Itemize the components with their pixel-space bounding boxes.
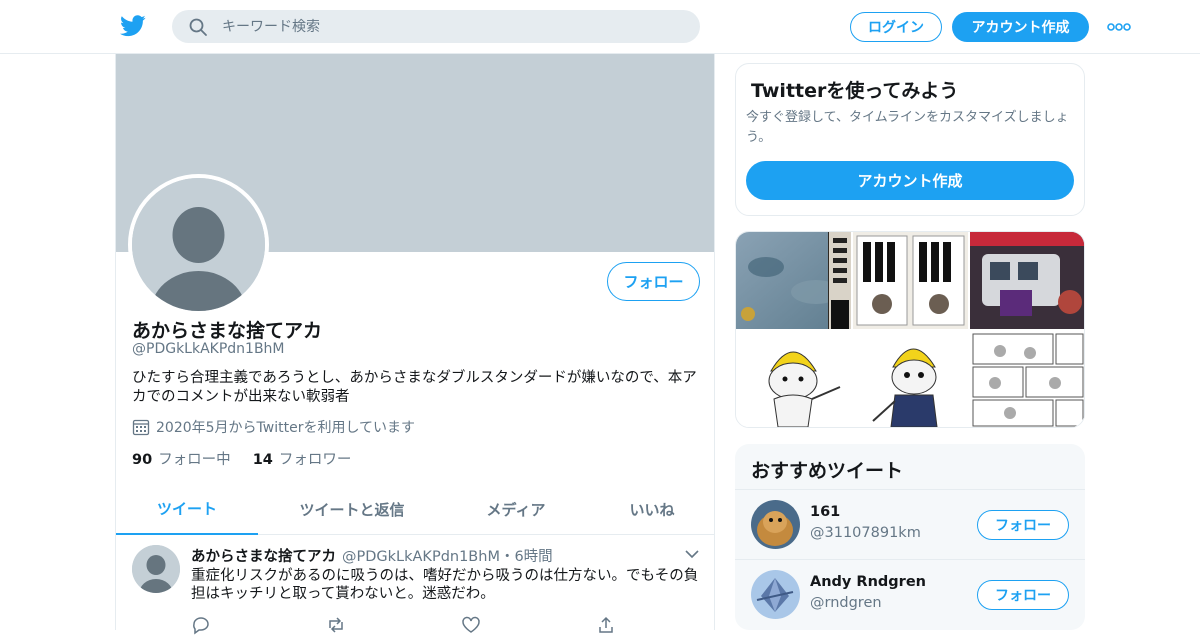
user-handle[interactable]: @31107891km — [810, 525, 921, 541]
profile-stats: 90 フォロー中 14 フォロワー — [132, 448, 373, 469]
profile-avatar[interactable] — [128, 174, 269, 315]
profile-column: フォロー あからさまな捨てアカ @PDGkLkAKPdn1BhM ひたすら合理主… — [115, 54, 715, 635]
follow-button[interactable]: フォロー — [607, 262, 700, 301]
reply-icon[interactable] — [191, 615, 211, 635]
train-news-screenshot-image — [970, 232, 1084, 329]
search-icon — [189, 18, 207, 36]
newspaper-clipping-image — [853, 232, 968, 329]
user-name[interactable]: 161 — [810, 504, 840, 520]
tweet-header: あからさまな捨てアカ @PDGkLkAKPdn1BhM・6時間 — [191, 545, 553, 566]
profile-bio: ひたすら合理主義であろうとし、あからさまなダブルスタンダードが嫌いなので、本アカ… — [132, 370, 697, 405]
cat-mascot-image — [736, 331, 851, 427]
profile-handle[interactable]: @PDGkLkAKPdn1BhM — [132, 341, 285, 357]
retweet-icon[interactable] — [326, 615, 346, 635]
following-link[interactable]: 90 フォロー中 — [132, 448, 231, 469]
recommended-tweets-card: おすすめツイート 161 @31107891km フォロー Andy Rndgr… — [735, 444, 1085, 630]
dog-avatar-image — [751, 500, 800, 549]
newspaper-clipping-image — [829, 232, 851, 329]
recommended-title: おすすめツイート — [751, 460, 904, 482]
following-count: 90 — [132, 452, 153, 468]
tab-tweets-replies[interactable]: ツイートと返信 — [278, 484, 426, 535]
share-icon[interactable] — [596, 615, 616, 635]
user-avatar[interactable] — [751, 570, 800, 619]
tweet-avatar[interactable] — [132, 545, 180, 593]
signup-card-title: Twitterを使ってみよう — [751, 80, 959, 102]
tab-tweets[interactable]: ツイート — [116, 484, 258, 535]
tweet-text: 重症化リスクがあるのに吸うのは、嗜好だから吸うのは仕方ない。でもその負担はキッチ… — [191, 568, 699, 602]
follow-button[interactable]: フォロー — [977, 510, 1069, 540]
chevron-down-icon[interactable] — [684, 549, 700, 559]
media-thumbnail[interactable] — [970, 331, 1084, 427]
signup-button[interactable]: アカウント作成 — [952, 12, 1089, 42]
follow-button[interactable]: フォロー — [977, 580, 1069, 610]
profile-join-date: 2020年5月からTwitterを利用しています — [132, 417, 415, 437]
profile-name: あからさまな捨てアカ — [132, 320, 323, 342]
default-avatar-icon — [132, 545, 180, 593]
tweet-author-name[interactable]: あからさまな捨てアカ — [191, 545, 336, 566]
signup-card: Twitterを使ってみよう 今すぐ登録して、タイムラインをカスタマイズしましょ… — [735, 63, 1085, 216]
following-label: フォロー中 — [158, 452, 231, 468]
user-avatar[interactable] — [751, 500, 800, 549]
default-avatar-icon — [132, 178, 265, 311]
crystal-avatar-image — [751, 570, 800, 619]
media-thumbnail[interactable] — [829, 232, 851, 329]
join-date-text: 2020年5月からTwitterを利用しています — [156, 420, 416, 436]
tweet-item[interactable]: あからさまな捨てアカ @PDGkLkAKPdn1BhM・6時間 重症化リスクがあ… — [116, 535, 714, 635]
manga-page-image — [970, 331, 1084, 427]
recommended-user[interactable]: Andy Rndgren @rndgren フォロー — [735, 559, 1085, 629]
followers-count: 14 — [252, 452, 273, 468]
media-thumbnail[interactable] — [853, 232, 968, 329]
profile-tabs: ツイート ツイートと返信 メディア いいね — [116, 484, 714, 535]
search-box[interactable] — [172, 10, 700, 43]
signup-card-button[interactable]: アカウント作成 — [746, 161, 1074, 200]
user-name[interactable]: Andy Rndgren — [810, 574, 926, 590]
media-thumbnail[interactable] — [970, 232, 1084, 329]
calendar-icon — [132, 419, 150, 436]
tweet-actions — [191, 615, 671, 635]
media-grid — [735, 231, 1085, 428]
cat-mascot-image — [853, 331, 968, 427]
more-dots-icon[interactable] — [1106, 20, 1132, 34]
like-icon[interactable] — [461, 615, 481, 635]
tab-media[interactable]: メディア — [456, 484, 576, 535]
followers-label: フォロワー — [278, 452, 352, 468]
twitter-bird-icon[interactable] — [120, 14, 146, 38]
user-handle[interactable]: @rndgren — [810, 595, 882, 611]
followers-link[interactable]: 14 フォロワー — [253, 448, 352, 469]
top-navigation-bar: ログイン アカウント作成 — [0, 0, 1200, 54]
login-button[interactable]: ログイン — [850, 12, 942, 42]
tab-likes[interactable]: いいね — [604, 484, 700, 535]
signup-card-description: 今すぐ登録して、タイムラインをカスタマイズしましょう。 — [746, 110, 1069, 145]
media-thumbnail[interactable] — [853, 331, 968, 427]
search-input[interactable] — [222, 10, 682, 43]
media-thumbnail[interactable] — [736, 331, 851, 427]
recommended-user[interactable]: 161 @31107891km フォロー — [735, 489, 1085, 559]
tweet-handle-time[interactable]: @PDGkLkAKPdn1BhM・6時間 — [342, 545, 553, 566]
